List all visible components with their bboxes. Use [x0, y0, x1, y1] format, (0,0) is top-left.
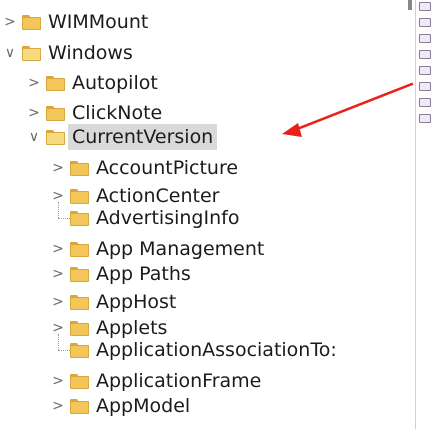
annotation-arrow-line: [290, 82, 414, 133]
annotation-arrowhead: [282, 123, 302, 137]
annotation-arrow: [282, 82, 414, 137]
